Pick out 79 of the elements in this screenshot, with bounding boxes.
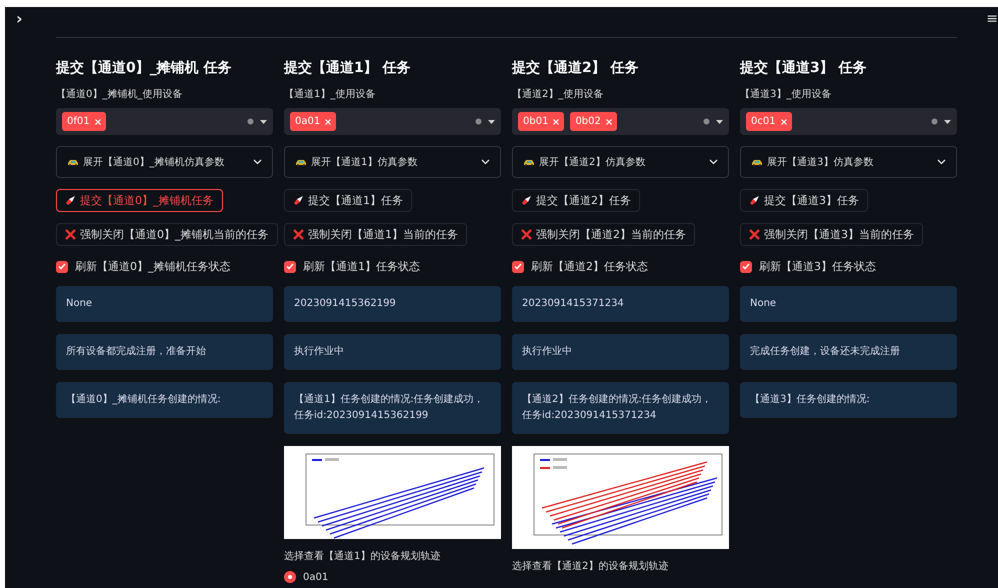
close-icon[interactable] (553, 118, 560, 124)
close-icon[interactable] (94, 118, 101, 124)
status-message: 2023091415362199 (284, 286, 501, 322)
chevron-down-icon (937, 159, 946, 165)
status-message: 执行作业中 (284, 334, 501, 370)
clear-icon[interactable] (475, 118, 482, 125)
rocket-icon (521, 195, 532, 206)
refresh-checkbox[interactable] (740, 260, 752, 272)
column-title: 提交【通道2】 任务 (512, 58, 639, 78)
close-icon[interactable] (325, 118, 332, 124)
device-radio[interactable]: 0a01 (284, 571, 328, 583)
close-icon[interactable] (606, 118, 612, 124)
clear-icon[interactable] (247, 118, 254, 125)
expander-label: 展开【通道1】仿真参数 (311, 156, 418, 169)
status-message: 【通道1】任务创建的情况:任务创建成功，任务id:2023091415362199 (284, 382, 501, 434)
status-message: None (740, 286, 957, 322)
submit-task-button[interactable]: 提交【通道1】任务 (284, 189, 412, 212)
status-message: 【通道2】任务创建的情况:任务创建成功，任务id:2023091415371234 (512, 382, 729, 434)
radio-dot[interactable] (284, 571, 296, 583)
chevron-down-icon (253, 159, 262, 165)
chevron-down-icon (709, 159, 718, 165)
expander-label: 展开【通道2】仿真参数 (539, 156, 646, 169)
field-label: 【通道3】_使用设备 (740, 88, 832, 102)
menu-icon[interactable]: ≡ (986, 11, 998, 27)
force-close-button[interactable]: 强制关闭【通道3】当前的任务 (740, 223, 923, 246)
radio-group-label: 选择查看【通道2】的设备规划轨迹 (512, 560, 668, 573)
rocket-icon (749, 195, 760, 206)
rocket-icon (293, 195, 304, 206)
submit-task-button[interactable]: 提交【通道2】任务 (512, 189, 640, 212)
close-icon[interactable] (780, 118, 787, 124)
car-icon (295, 158, 307, 166)
column-title: 提交【通道3】 任务 (740, 58, 867, 78)
field-label: 【通道1】_使用设备 (284, 88, 376, 102)
status-message: 完成任务创建，设备还未完成注册 (740, 334, 957, 370)
column-title: 提交【通道1】 任务 (284, 58, 411, 78)
cross-icon (65, 229, 76, 240)
expander-label: 展开【通道3】仿真参数 (767, 156, 874, 169)
checkbox-label: 刷新【通道1】任务状态 (303, 259, 420, 274)
params-expander[interactable]: 展开【通道0】_摊铺机仿真参数 (56, 146, 273, 178)
submit-task-button[interactable]: 提交【通道0】_摊铺机任务 (56, 189, 222, 212)
car-icon (523, 158, 535, 166)
chevron-down-icon (481, 159, 490, 165)
column-title: 提交【通道0】_摊铺机 任务 (56, 58, 232, 78)
status-message: None (56, 286, 273, 322)
cross-icon (521, 229, 532, 240)
checkbox-label: 刷新【通道3】任务状态 (759, 259, 876, 274)
rocket-icon (65, 195, 76, 206)
force-close-button[interactable]: 强制关闭【通道2】当前的任务 (512, 223, 695, 246)
field-label: 【通道0】_摊铺机_使用设备 (56, 88, 182, 102)
expander-label: 展开【通道0】_摊铺机仿真参数 (83, 156, 224, 169)
sidebar-toggle[interactable]: › (16, 11, 23, 27)
status-message: 【通道3】任务创建的情况: (740, 382, 957, 418)
cross-icon (293, 229, 304, 240)
cross-icon (749, 229, 760, 240)
checkbox-label: 刷新【通道2】任务状态 (531, 259, 648, 274)
status-message: 2023091415371234 (512, 286, 729, 322)
status-message: 【通道0】_摊铺机任务创建的情况: (56, 382, 273, 418)
clear-icon[interactable] (931, 118, 938, 125)
status-message: 执行作业中 (512, 334, 729, 370)
caret-icon[interactable] (260, 120, 267, 124)
clear-icon[interactable] (703, 118, 710, 125)
car-icon (67, 158, 79, 166)
params-expander[interactable]: 展开【通道1】仿真参数 (284, 146, 501, 178)
force-close-button[interactable]: 强制关闭【通道1】当前的任务 (284, 223, 467, 246)
caret-icon[interactable] (488, 120, 495, 124)
refresh-checkbox[interactable] (56, 260, 68, 272)
refresh-checkbox[interactable] (284, 260, 296, 272)
car-icon (751, 158, 763, 166)
force-close-button[interactable]: 强制关闭【通道0】_摊铺机当前的任务 (56, 223, 278, 246)
radio-group-label: 选择查看【通道1】的设备规划轨迹 (284, 550, 440, 563)
params-expander[interactable]: 展开【通道3】仿真参数 (740, 146, 957, 178)
status-message: 所有设备都完成注册，准备开始 (56, 334, 273, 370)
checkbox-label: 刷新【通道0】_摊铺机任务状态 (75, 259, 230, 274)
caret-icon[interactable] (716, 120, 723, 124)
caret-icon[interactable] (944, 120, 951, 124)
submit-task-button[interactable]: 提交【通道3】任务 (740, 189, 868, 212)
refresh-checkbox[interactable] (512, 260, 524, 272)
field-label: 【通道2】_使用设备 (512, 88, 604, 102)
params-expander[interactable]: 展开【通道2】仿真参数 (512, 146, 729, 178)
